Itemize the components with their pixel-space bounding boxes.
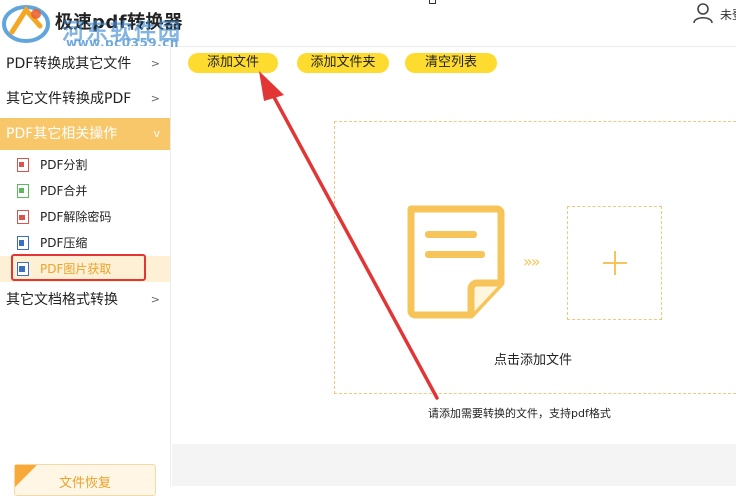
- user-icon[interactable]: [692, 2, 714, 24]
- click-add-file-label[interactable]: 点击添加文件: [494, 349, 572, 368]
- category-label: 其它文件转换成PDF: [6, 91, 132, 107]
- chevron-right-icon: >: [150, 293, 160, 306]
- document-icon: [407, 205, 505, 319]
- cursor-marker: [429, 0, 436, 4]
- sub-item-pdf-split[interactable]: PDF分割: [0, 152, 170, 178]
- sub-item-pdf-merge[interactable]: PDF合并: [0, 178, 170, 204]
- category-pdf-to-other[interactable]: PDF转换成其它文件 >: [0, 48, 170, 80]
- user-login-label[interactable]: 未登: [720, 6, 736, 23]
- category-pdf-other-operations[interactable]: PDF其它相关操作 v: [0, 118, 170, 150]
- category-label: PDF转换成其它文件: [6, 56, 132, 72]
- file-recover-button[interactable]: 文件恢复: [14, 464, 156, 496]
- sub-item-label: PDF合并: [40, 184, 88, 198]
- sub-item-pdf-compress[interactable]: PDF压缩: [0, 230, 170, 256]
- sub-item-label: PDF压缩: [40, 236, 88, 250]
- add-file-button[interactable]: 添加文件: [188, 53, 278, 73]
- selection-annotation-box: [11, 254, 146, 281]
- hot-badge-icon: [15, 465, 37, 487]
- arrow-right-icon: »»: [523, 252, 541, 271]
- category-other-to-pdf[interactable]: 其它文件转换成PDF >: [0, 83, 170, 115]
- sub-item-label: PDF解除密码: [40, 210, 112, 224]
- pdf-merge-icon: [17, 184, 29, 198]
- category-other-doc-formats[interactable]: 其它文档格式转换 >: [0, 284, 170, 316]
- add-file-box[interactable]: [567, 206, 662, 320]
- file-recover-label: 文件恢复: [59, 476, 112, 491]
- pdf-unlock-icon: [17, 210, 29, 224]
- title-bar: 极速pdf转换器 河东软件园 www.pc0359.cn 未登: [0, 0, 736, 50]
- chevron-right-icon: >: [150, 57, 160, 70]
- bottom-bar: [172, 444, 736, 486]
- chevron-right-icon: >: [150, 92, 160, 105]
- category-label: PDF其它相关操作: [6, 126, 118, 142]
- clear-list-button[interactable]: 清空列表: [405, 53, 497, 73]
- pdf-compress-icon: [17, 236, 29, 250]
- add-folder-button[interactable]: 添加文件夹: [297, 53, 389, 73]
- plus-icon: [603, 251, 627, 275]
- app-logo-icon: [2, 5, 50, 43]
- sub-item-pdf-unlock[interactable]: PDF解除密码: [0, 204, 170, 230]
- sub-item-label: PDF分割: [40, 158, 88, 172]
- category-label: 其它文档格式转换: [6, 292, 118, 308]
- chevron-down-icon: v: [153, 127, 160, 140]
- pdf-split-icon: [17, 158, 29, 172]
- supported-format-hint: 请添加需要转换的文件，支持pdf格式: [428, 407, 611, 420]
- sidebar: PDF转换成其它文件 > 其它文件转换成PDF > PDF其它相关操作 v PD…: [0, 46, 171, 496]
